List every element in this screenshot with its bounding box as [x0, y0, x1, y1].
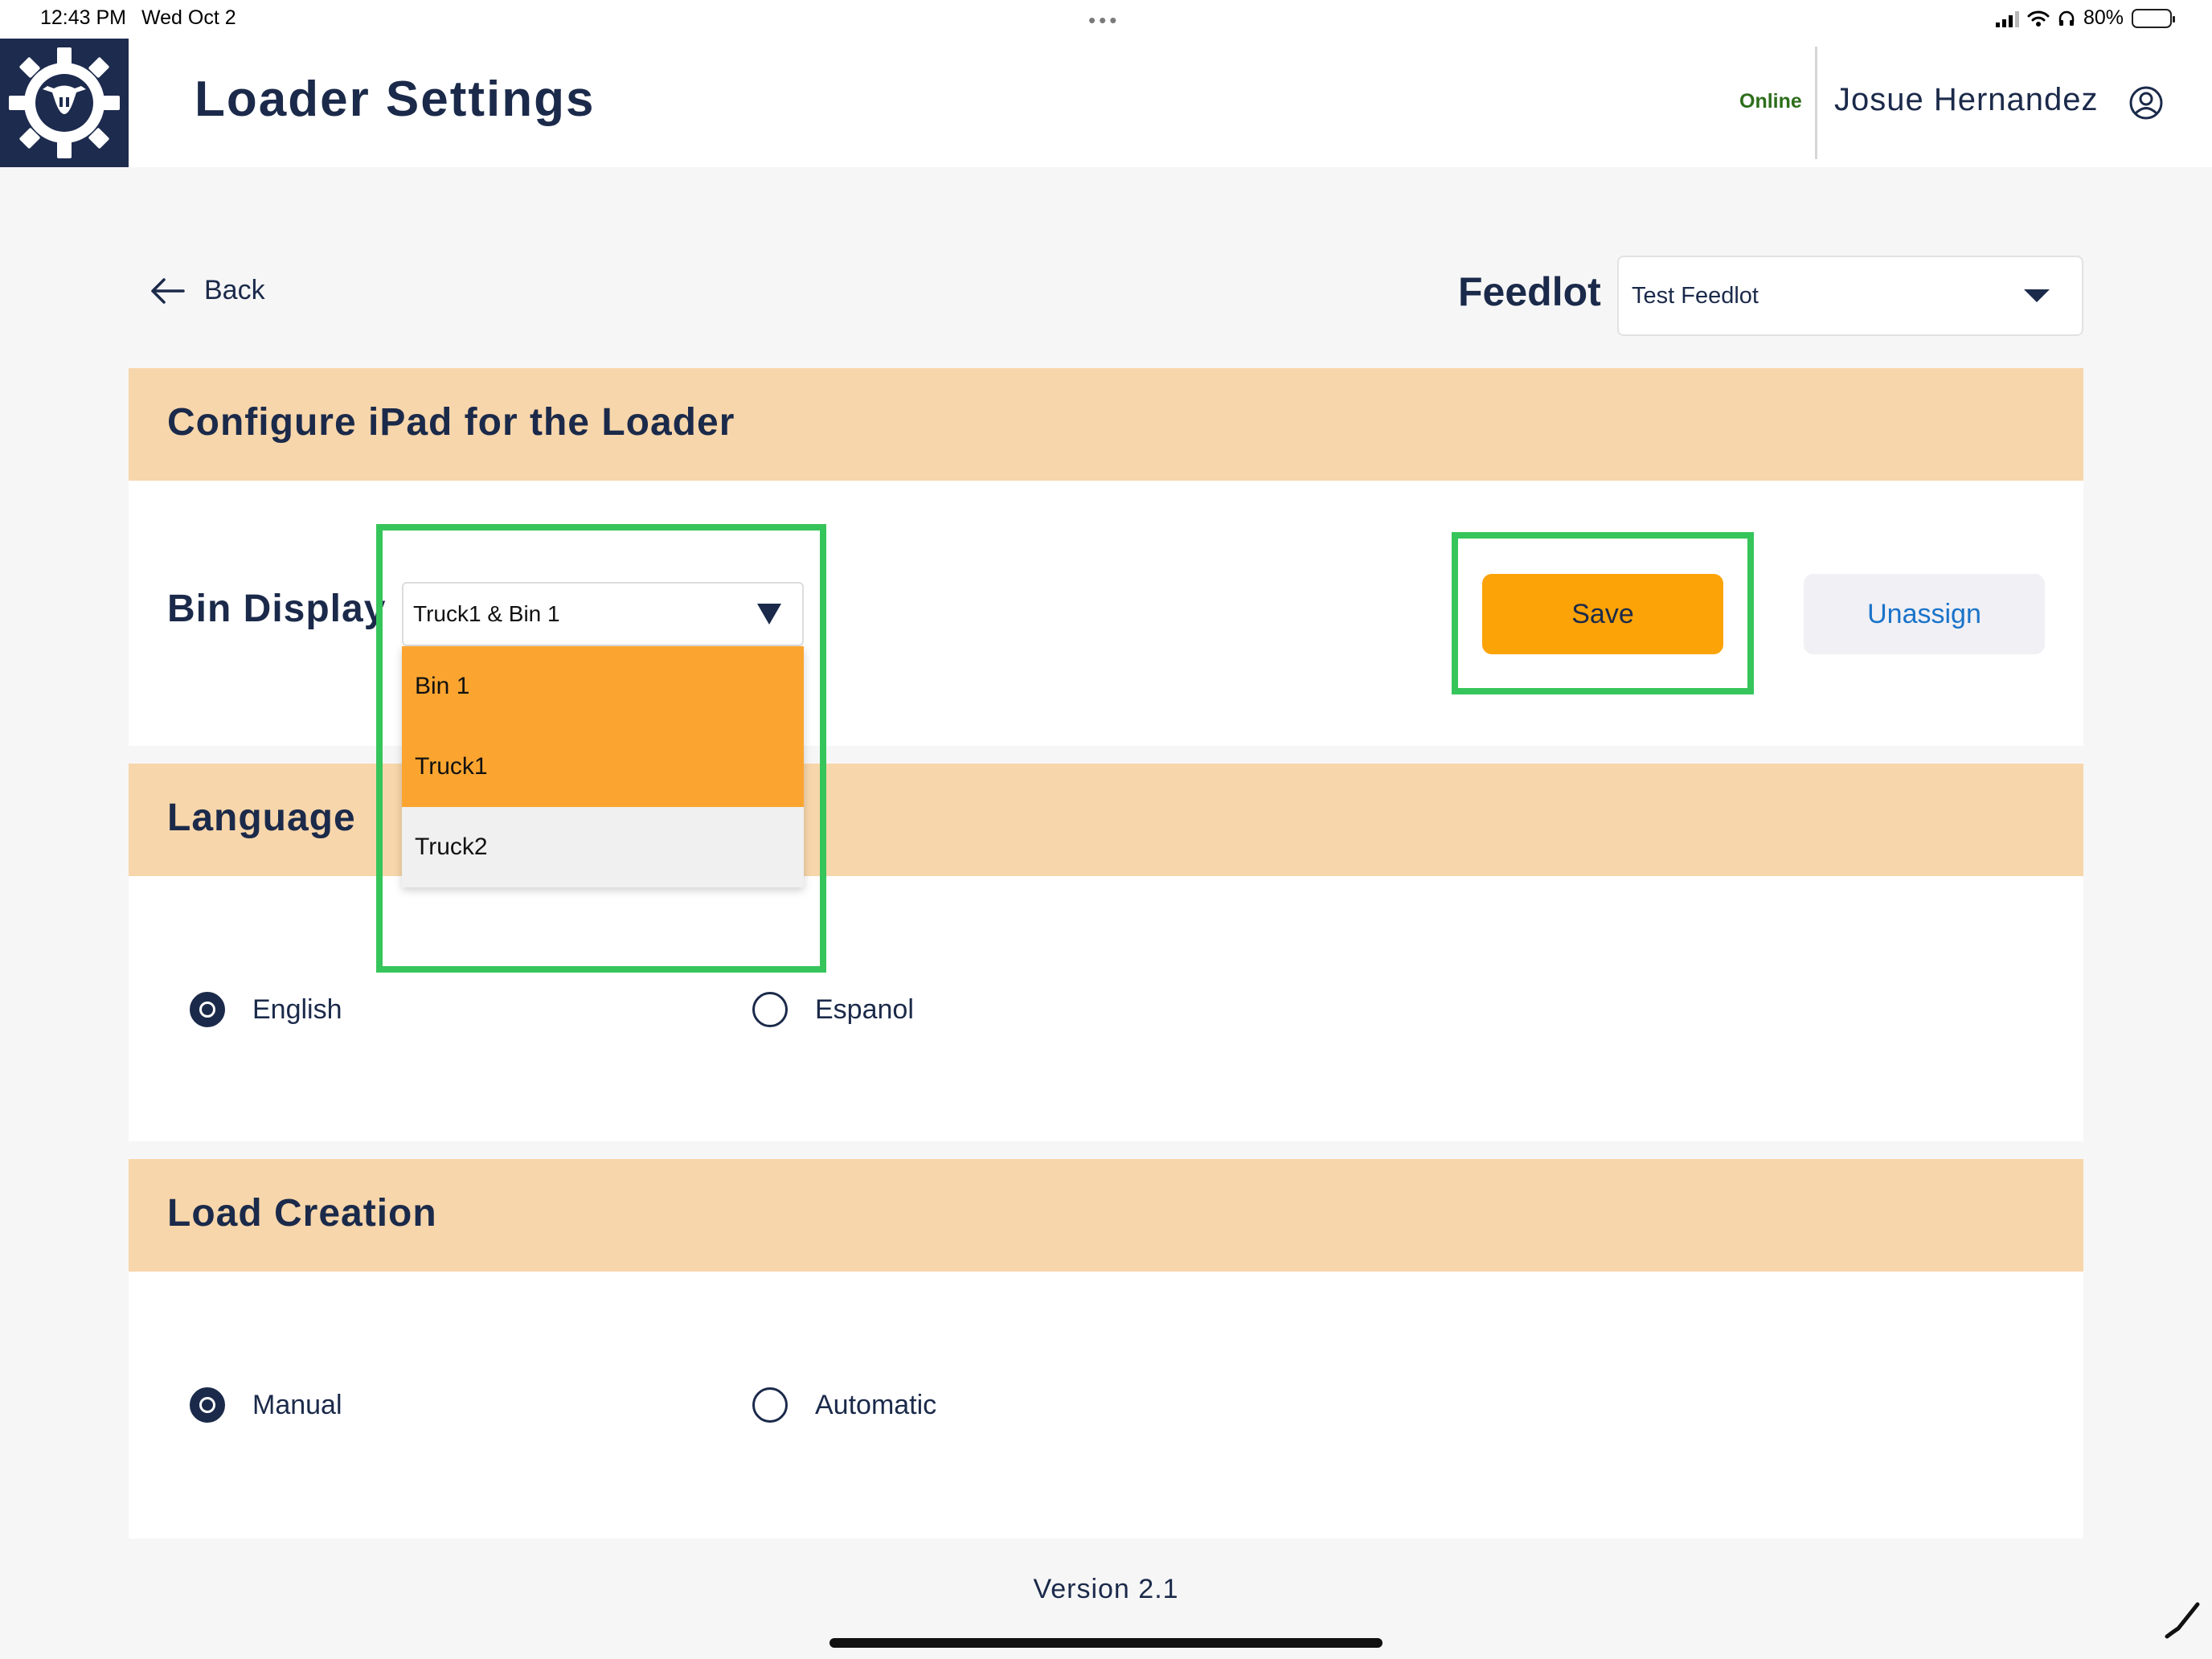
headphones-icon	[2058, 10, 2075, 26]
apple-pencil-icon	[2165, 1602, 2200, 1639]
feedlot-label: Feedlot	[1458, 269, 1601, 314]
dropdown-option-truck2[interactable]: Truck2	[402, 807, 804, 887]
load-option-label: Automatic	[815, 1389, 937, 1420]
dropdown-option-truck1[interactable]: Truck1	[402, 727, 804, 807]
unassign-button[interactable]: Unassign	[1804, 574, 2045, 654]
dropdown-option-label: Bin 1	[415, 673, 470, 699]
configure-section-header: Configure iPad for the Loader	[129, 368, 2083, 481]
load-option-automatic[interactable]: Automatic	[752, 1387, 936, 1423]
bin-display-selected-value: Truck1 & Bin 1	[413, 601, 560, 626]
save-button[interactable]: Save	[1482, 574, 1723, 654]
chevron-down-icon	[2024, 289, 2050, 302]
language-option-label: English	[252, 993, 342, 1025]
feedlot-select[interactable]: Test Feedlot	[1617, 256, 2083, 336]
language-option-english[interactable]: English	[190, 992, 342, 1027]
configure-section-title: Configure iPad for the Loader	[167, 401, 735, 444]
back-label: Back	[204, 275, 265, 305]
triangle-down-icon	[757, 604, 781, 625]
gear-cow-logo-icon	[0, 39, 129, 167]
bin-display-select[interactable]: Truck1 & Bin 1	[402, 582, 804, 646]
language-option-label: Espanol	[815, 993, 914, 1025]
radio-unselected-icon[interactable]	[752, 1387, 788, 1423]
user-name: Josue Hernandez	[1834, 82, 2099, 117]
cellular-signal-icon	[1995, 10, 2019, 27]
load-option-manual[interactable]: Manual	[190, 1387, 342, 1423]
battery-percent: 80%	[2083, 6, 2124, 29]
bin-display-dropdown: Bin 1 Truck1 Truck2	[402, 646, 804, 887]
arrow-left-icon	[151, 277, 185, 304]
bin-display-label: Bin Display	[167, 588, 387, 630]
status-indicators: 80%	[1995, 6, 2175, 30]
dropdown-option-bin-1[interactable]: Bin 1	[402, 646, 804, 727]
language-section-title: Language	[167, 797, 356, 839]
user-circle-icon[interactable]	[2128, 85, 2164, 121]
multitasking-dots-icon[interactable]: •••	[1088, 8, 1120, 33]
wifi-icon	[2027, 10, 2050, 27]
dropdown-option-label: Truck2	[415, 834, 488, 860]
status-time: 12:43 PM	[40, 6, 127, 29]
home-indicator[interactable]	[830, 1638, 1382, 1648]
load-creation-section-header: Load Creation	[129, 1159, 2083, 1272]
dropdown-option-label: Truck1	[415, 753, 488, 780]
language-panel	[129, 876, 2083, 1141]
status-date: Wed Oct 2	[141, 6, 236, 29]
page-title: Loader Settings	[195, 72, 596, 127]
battery-icon	[2132, 8, 2175, 28]
load-creation-section-title: Load Creation	[167, 1192, 437, 1235]
feedlot-selected-value: Test Feedlot	[1632, 282, 1759, 309]
load-creation-panel	[129, 1272, 2083, 1538]
version-label: Version 2.1	[1033, 1574, 1179, 1604]
back-button[interactable]: Back	[150, 275, 265, 306]
load-option-label: Manual	[252, 1389, 342, 1420]
radio-unselected-icon[interactable]	[752, 992, 788, 1027]
connection-status: Online	[1739, 90, 1802, 113]
radio-selected-icon[interactable]	[190, 1387, 225, 1423]
language-option-espanol[interactable]: Espanol	[752, 992, 914, 1027]
radio-selected-icon[interactable]	[190, 992, 225, 1027]
header-divider	[1815, 47, 1817, 159]
